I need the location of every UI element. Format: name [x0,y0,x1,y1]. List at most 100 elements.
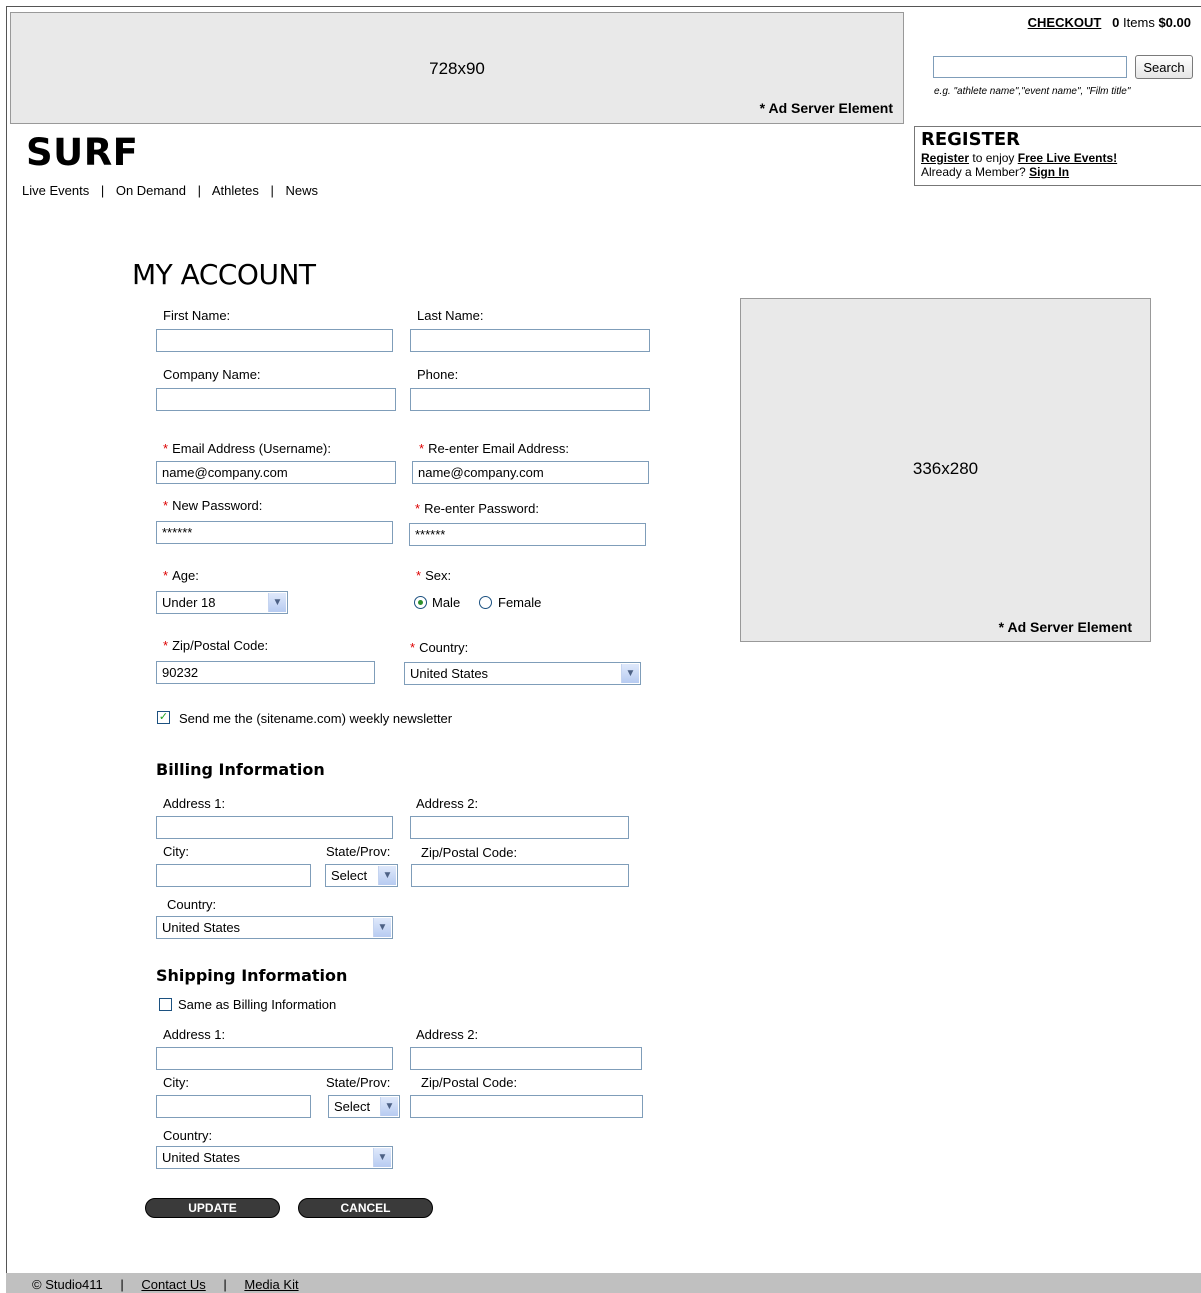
shipping-country-value: United States [162,1150,241,1165]
shipping-address2-label: Address 2: [416,1027,479,1042]
chevron-down-icon[interactable]: ▼ [373,918,391,937]
ad-banner-728x90[interactable]: 728x90 * Ad Server Element [10,12,904,124]
country-select[interactable]: United States ▼ [404,662,641,685]
nav-item-on-demand[interactable]: On Demand [116,183,186,198]
billing-country-value: United States [162,920,241,935]
shipping-address2-field[interactable] [410,1047,642,1070]
email-label: * Email Address (Username): [163,441,332,456]
cart-items-label: Items [1123,15,1155,30]
register-enjoy-text: to enjoy [972,151,1015,165]
sex-female-label: Female [498,595,542,610]
chevron-down-icon[interactable]: ▼ [621,664,639,683]
same-as-billing-checkbox[interactable] [159,998,172,1011]
zip-label: * Zip/Postal Code: [163,638,269,653]
main-nav: Live Events | On Demand | Athletes | New… [22,183,318,198]
email-confirm-field[interactable]: name@company.com [412,461,649,484]
last-name-label: Last Name: [417,308,484,323]
chevron-down-icon[interactable]: ▼ [378,866,396,885]
age-label: * Age: [163,568,199,583]
search-button[interactable]: Search [1135,55,1193,79]
nav-item-live-events[interactable]: Live Events [22,183,89,198]
required-mark: * [416,568,422,583]
newsletter-checkbox[interactable]: ✓ [157,711,170,724]
shipping-address1-field[interactable] [156,1047,393,1070]
password-field[interactable]: ****** [156,521,393,544]
ad-banner-note: * Ad Server Element [759,100,893,116]
update-button[interactable]: UPDATE [145,1198,280,1218]
sign-in-link[interactable]: Sign In [1029,165,1069,179]
nav-separator: | [100,183,105,198]
phone-field[interactable] [410,388,650,411]
shipping-zip-label: Zip/Postal Code: [421,1075,518,1090]
required-mark: * [163,568,169,583]
shipping-state-select[interactable]: Select ▼ [328,1095,400,1118]
password-confirm-label: * Re-enter Password: [415,501,539,516]
zip-field[interactable]: 90232 [156,661,375,684]
email-field[interactable]: name@company.com [156,461,396,484]
search-input[interactable] [933,56,1127,78]
billing-zip-field[interactable] [411,864,629,887]
country-select-value: United States [410,666,489,681]
password-confirm-field[interactable]: ****** [409,523,646,546]
nav-separator: | [270,183,274,198]
billing-address2-field[interactable] [410,816,629,839]
billing-address2-label: Address 2: [416,796,479,811]
media-kit-link[interactable]: Media Kit [244,1277,298,1292]
shipping-address1-label: Address 1: [163,1027,226,1042]
ad-box-336x280[interactable]: 336x280 * Ad Server Element [740,298,1151,642]
required-mark: * [163,441,169,456]
contact-us-link[interactable]: Contact Us [141,1277,205,1292]
register-title: REGISTER [921,129,1021,150]
shipping-country-select[interactable]: United States ▼ [156,1146,393,1169]
cancel-button[interactable]: CANCEL [298,1198,433,1218]
shipping-title: Shipping Information [156,966,348,985]
shipping-city-field[interactable] [156,1095,311,1118]
company-label: Company Name: [163,367,261,382]
nav-item-athletes[interactable]: Athletes [212,183,259,198]
newsletter-label: Send me the (sitename.com) weekly newsle… [179,711,453,726]
chevron-down-icon[interactable]: ▼ [268,593,286,612]
ad-box-size: 336x280 [912,459,979,478]
checkout-link[interactable]: CHECKOUT [1028,15,1102,30]
billing-zip-label: Zip/Postal Code: [421,845,518,860]
shipping-city-label: City: [163,1075,189,1090]
sex-label: * Sex: [416,568,452,583]
site-logo[interactable]: SURF [26,131,138,174]
billing-state-label: State/Prov: [326,844,391,859]
company-field[interactable] [156,388,396,411]
phone-label: Phone: [417,367,459,382]
footer-copyright: © Studio411 [32,1277,103,1292]
register-box: REGISTER Register to enjoy Free Live Eve… [914,126,1201,186]
member-text: Already a Member? [921,165,1026,179]
chevron-down-icon[interactable]: ▼ [380,1097,398,1116]
register-link[interactable]: Register [921,151,969,165]
shipping-zip-field[interactable] [410,1095,643,1118]
free-live-events-link[interactable]: Free Live Events! [1018,151,1117,165]
age-select[interactable]: Under 18 ▼ [156,591,288,614]
first-name-label: First Name: [163,308,231,323]
required-mark: * [163,498,169,513]
footer-separator: | [120,1277,124,1292]
first-name-field[interactable] [156,329,393,352]
sex-male-radio[interactable] [414,596,427,609]
sex-female-radio[interactable] [479,596,492,609]
required-mark: * [419,441,425,456]
billing-address1-field[interactable] [156,816,393,839]
footer-separator: | [223,1277,227,1292]
nav-item-news[interactable]: News [285,183,318,198]
age-select-value: Under 18 [162,595,216,610]
cart-count: 0 [1112,15,1120,30]
search-hint: e.g. "athlete name","event name", "Film … [934,86,1131,97]
email-confirm-label: * Re-enter Email Address: [419,441,569,456]
sex-male-label: Male [432,595,461,610]
billing-country-select[interactable]: United States ▼ [156,916,393,939]
password-label: * New Password: [163,498,263,513]
billing-state-select[interactable]: Select ▼ [325,864,398,887]
shipping-country-label: Country: [163,1128,213,1143]
page-title: MY ACCOUNT [132,258,316,291]
last-name-field[interactable] [410,329,650,352]
chevron-down-icon[interactable]: ▼ [373,1148,391,1167]
billing-state-value: Select [331,868,368,883]
billing-city-field[interactable] [156,864,311,887]
billing-country-label: Country: [167,897,217,912]
